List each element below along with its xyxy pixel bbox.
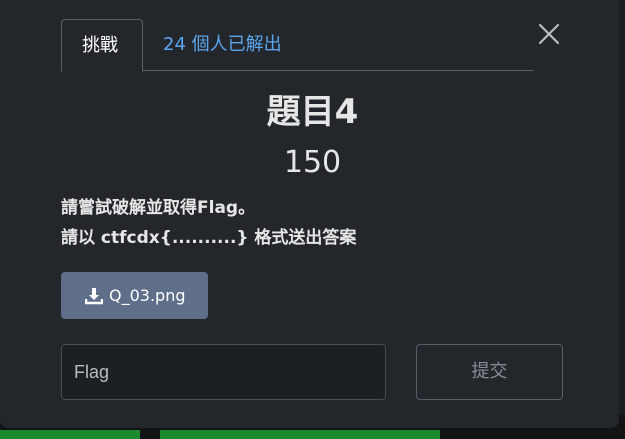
- tab-challenge[interactable]: 挑戰: [61, 19, 143, 72]
- modal-tabs: 挑戰 24 個人已解出: [61, 19, 534, 72]
- backdrop-button-right: [160, 430, 440, 439]
- challenge-points: 150: [283, 145, 342, 180]
- close-button[interactable]: [535, 20, 563, 48]
- close-icon: [538, 23, 560, 45]
- challenge-description-line1: 請嘗試破解並取得Flag。: [61, 198, 256, 218]
- challenge-description-line2: 請以 ctfcdx{..........} 格式送出答案: [61, 228, 357, 248]
- submit-button[interactable]: 提交: [416, 344, 563, 400]
- tab-solves[interactable]: 24 個人已解出: [147, 19, 298, 71]
- download-icon: [85, 288, 103, 305]
- file-download-button[interactable]: Q_03.png: [61, 272, 208, 319]
- backdrop-button-left: [0, 430, 140, 439]
- flag-input[interactable]: [61, 344, 386, 400]
- challenge-modal: 挑戰 24 個人已解出 題目4 150 請嘗試破解並取得Flag。 請以 ctf…: [0, 0, 619, 428]
- file-label: Q_03.png: [109, 286, 186, 305]
- challenge-title: 題目4: [266, 92, 359, 132]
